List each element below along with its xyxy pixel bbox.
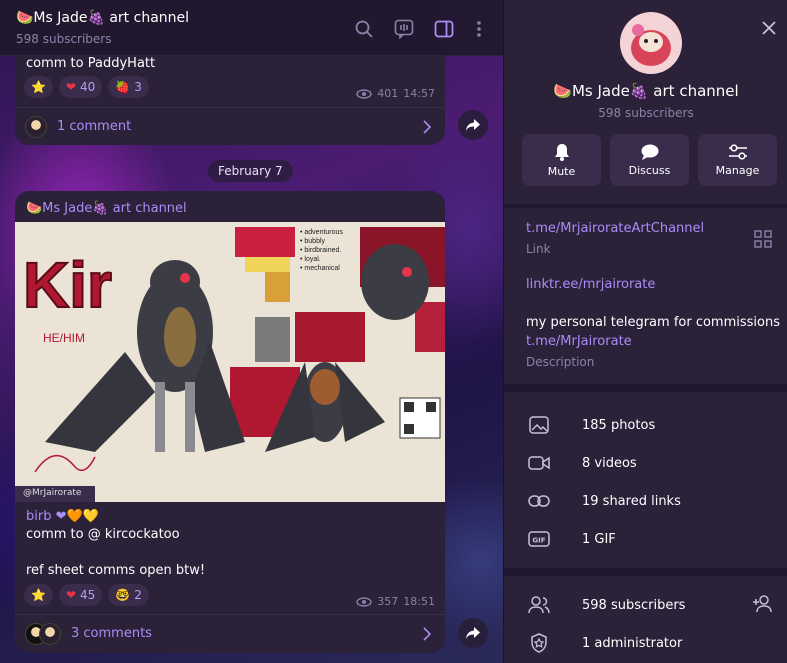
channel-link[interactable]: t.me/MrjairorateArtChannel — [526, 221, 704, 236]
chat-area: comm to PaddyHatt ⭐ ❤ 40 🍓 3 401 14:57 1 c… — [0, 0, 503, 663]
reaction-strawberry[interactable]: 🍓 3 — [108, 76, 149, 98]
administrators-row[interactable]: 1 administrator — [504, 624, 787, 662]
svg-text:• loyal.: • loyal. — [300, 256, 321, 263]
description-text: my personal telegram for commissions — [526, 315, 780, 330]
post-artwork-image[interactable]: Kir HE/HIM • adventurous • bubbly • bird… — [15, 222, 445, 502]
media-row-photos[interactable]: 185 photos — [504, 406, 787, 444]
section-divider — [504, 384, 787, 392]
voice-chat-icon — [394, 19, 414, 39]
search-icon — [355, 20, 373, 38]
discuss-button[interactable]: Discuss — [610, 134, 689, 186]
panel-channel-name: 🍉Ms Jade🍇 art channel — [553, 82, 739, 100]
panel-header: 🍉Ms Jade🍇 art channel 598 subscribers Mu… — [504, 0, 787, 204]
post-line-1: birb ❤🧡💛 — [26, 509, 99, 524]
prev-post-comments-count: 1 comment — [57, 119, 132, 134]
media-row-links[interactable]: 19 shared links — [504, 482, 787, 520]
channel-link-caption: Link — [526, 242, 551, 256]
sidebar-panel-icon — [434, 20, 454, 38]
eye-icon — [356, 88, 372, 99]
channel-info-section: t.me/MrjairorateArtChannel Link linktr.e… — [504, 208, 787, 384]
linktree-link[interactable]: linktr.ee/mrjairorate — [526, 277, 655, 292]
manage-button[interactable]: Manage — [698, 134, 777, 186]
svg-text:Kir: Kir — [23, 249, 112, 321]
forward-button[interactable] — [458, 110, 488, 140]
post-author[interactable]: 🍉Ms Jade🍇 art channel — [26, 201, 187, 216]
chevron-right-icon — [423, 626, 431, 641]
search-button[interactable] — [353, 18, 375, 40]
commenter-avatar — [25, 115, 47, 138]
bell-icon — [554, 143, 569, 161]
svg-text:HE/HIM: HE/HIM — [43, 331, 85, 345]
date-separator: February 7 — [208, 160, 293, 182]
description-caption: Description — [526, 355, 595, 369]
avatar-illustration — [620, 12, 682, 74]
svg-text:GIF: GIF — [532, 537, 545, 545]
channel-info-panel: 🍉Ms Jade🍇 art channel 598 subscribers Mu… — [503, 0, 787, 663]
admin-shield-icon — [528, 632, 550, 654]
media-row-videos[interactable]: 8 videos — [504, 444, 787, 482]
add-user-icon — [753, 595, 772, 613]
qr-code-button[interactable] — [754, 230, 772, 252]
svg-text:• adventurous: • adventurous — [300, 229, 343, 236]
commenter-avatar — [39, 622, 61, 645]
add-subscriber-button[interactable] — [752, 595, 774, 617]
more-menu-button[interactable] — [468, 18, 490, 40]
mute-button[interactable]: Mute — [522, 134, 601, 186]
reaction-nerd[interactable]: 🤓 2 — [108, 584, 149, 606]
panel-subscriber-count: 598 subscribers — [598, 106, 694, 120]
subscribers-row[interactable]: 598 subscribers — [504, 586, 787, 624]
post-comments-count: 3 comments — [71, 626, 152, 641]
forward-button[interactable] — [458, 618, 488, 648]
channel-avatar[interactable] — [620, 12, 682, 74]
users-icon — [528, 594, 550, 616]
members-section: 598 subscribers 1 administrator — [504, 576, 787, 663]
svg-text:• birdbrained.: • birdbrained. — [300, 247, 341, 254]
chat-header[interactable]: 🍉Ms Jade🍇 art channel 598 subscribers — [0, 0, 503, 56]
post-line-4: ref sheet comms open btw! — [26, 563, 206, 578]
video-icon — [528, 452, 550, 474]
section-divider — [504, 568, 787, 576]
reaction-star[interactable]: ⭐ — [24, 584, 53, 606]
sliders-icon — [728, 143, 747, 160]
chat-bubble-icon — [641, 144, 658, 160]
close-panel-button[interactable] — [758, 17, 780, 39]
close-icon — [762, 21, 776, 35]
eye-icon — [356, 596, 372, 607]
svg-text:• mechanical: • mechanical — [300, 265, 340, 272]
toggle-sidebar-button[interactable] — [433, 18, 455, 40]
prev-post-comments-bar[interactable]: 1 comment — [15, 107, 445, 145]
photo-icon — [528, 414, 550, 436]
qr-code-icon — [754, 230, 772, 248]
reaction-heart[interactable]: ❤ 45 — [58, 584, 103, 606]
svg-text:• bubbly: • bubbly — [300, 238, 326, 245]
post-comments-bar[interactable]: 3 comments — [15, 614, 445, 652]
post-meta: 357 18:51 — [356, 595, 435, 608]
prev-post-meta: 401 14:57 — [356, 87, 435, 100]
artwork-signature: @MrJairorate — [23, 488, 82, 498]
more-vertical-icon — [477, 21, 481, 37]
chat-subscriber-count: 598 subscribers — [16, 32, 112, 46]
chevron-right-icon — [423, 119, 431, 134]
chat-title: 🍉Ms Jade🍇 art channel — [16, 10, 190, 26]
link-icon — [528, 490, 550, 512]
description-link[interactable]: t.me/MrJairorate — [526, 334, 632, 349]
reaction-heart[interactable]: ❤ 40 — [58, 76, 103, 98]
prev-post-text: comm to PaddyHatt — [26, 56, 156, 71]
gif-icon: GIF — [528, 528, 550, 550]
post-bubble: 🍉Ms Jade🍇 art channel Kir HE/HIM • adven… — [15, 191, 445, 653]
media-row-gifs[interactable]: GIF 1 GIF — [504, 520, 787, 558]
artwork-illustration: Kir HE/HIM • adventurous • bubbly • bird… — [15, 222, 445, 502]
share-icon — [466, 627, 480, 639]
reaction-star[interactable]: ⭐ — [24, 76, 53, 98]
post-reactions: ⭐ ❤ 45 🤓 2 — [24, 584, 149, 606]
post-line-2: comm to @ kircockatoo — [26, 527, 180, 542]
live-stream-button[interactable] — [393, 18, 415, 40]
prev-post-reactions: ⭐ ❤ 40 🍓 3 — [24, 76, 149, 98]
share-icon — [466, 119, 480, 131]
shared-media-section: 185 photos 8 videos 19 shared links GIF … — [504, 392, 787, 568]
